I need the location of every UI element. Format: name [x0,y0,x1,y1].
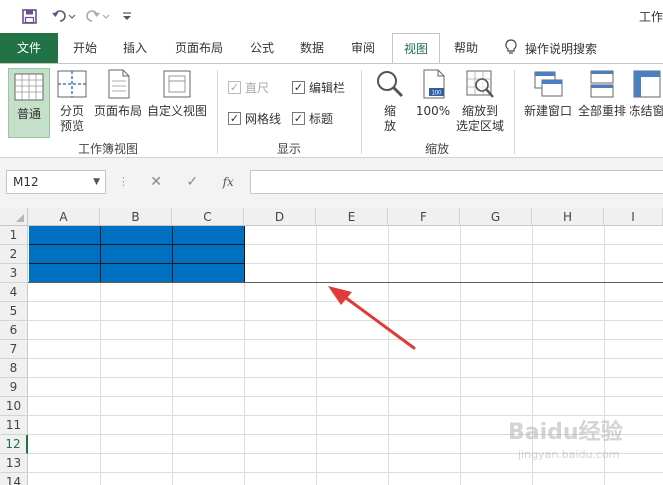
freeze-panes-button[interactable]: 冻结窗 [630,68,663,119]
show-group-label: 显示 [277,142,302,156]
normal-view-icon [14,73,44,101]
tab-home[interactable]: 开始 [62,33,108,63]
freeze-panes-label: 冻结窗 [630,104,663,118]
worksheet-grid[interactable]: ABCDEFGHI 1 2 3 4 5 6 7 8 9 10 11 12 13 14 Baidu经验 ji… [0,208,663,485]
ribbon-tabs: 文件 开始 插入 页面布局 公式 数据 审阅 视图 帮助 操作说明搜索 [0,33,663,64]
tell-me-label: 操作说明搜索 [525,41,598,56]
name-box-value: M12 [13,175,39,189]
page-break-preview-label-2: 预览 [59,119,84,133]
normal-view-label: 普通 [16,107,41,121]
tab-view[interactable]: 视图 [392,33,440,64]
ruler-check: ✓ [228,81,241,94]
insert-function-icon[interactable]: fx [223,175,234,189]
tab-formulas[interactable]: 公式 [240,33,284,63]
arrange-all-button[interactable]: 全部重排 [576,68,628,119]
formula-bar: M12 ▼ ⋮ ✕ ✓ fx [0,158,663,208]
zoom-selection-label-1: 缩放到 [461,104,498,118]
headings-checkbox[interactable]: ✓ 标题 [292,110,333,127]
ribbon-separator [514,70,515,154]
zoom-100-icon: 100 [423,69,445,99]
tab-page-layout[interactable]: 页面布局 [164,33,234,63]
ribbon-separator [217,70,218,154]
arrange-all-label: 全部重排 [577,104,626,118]
formula-actions: ✕ ✓ fx [138,170,246,194]
window-title: 工作 [638,10,663,24]
custom-views-label: 自定义视图 [146,104,207,118]
zoom-to-selection-button[interactable]: 缩放到 选定区域 [454,68,506,134]
magnifier-icon [377,71,404,98]
zoom-100-icon-text: 100 [431,91,442,97]
page-layout-label: 页面布局 [93,104,142,118]
zoom-group-label: 缩放 [425,142,450,156]
formula-bar-label: 编辑栏 [309,81,346,95]
custom-views-icon [163,70,191,98]
ruler-label: 直尺 [245,81,270,95]
page-break-preview-icon [57,70,87,98]
custom-views-button[interactable]: 自定义视图 [146,68,208,119]
watermark-url: jingyan.baidu.com [518,448,620,461]
headings-check: ✓ [292,112,305,125]
zoom-button[interactable]: 缩 放 [372,68,408,134]
gridlines-check: ✓ [228,112,241,125]
workbook-views-group-label: 工作簿视图 [78,142,139,156]
page-break-preview-button[interactable]: 分页 预览 [54,68,90,134]
new-window-button[interactable]: 新建窗口 [522,68,574,119]
formula-bar-check: ✓ [292,81,305,94]
ruler-checkbox[interactable]: ✓ 直尺 [228,79,269,96]
save-icon[interactable] [20,7,38,25]
gridlines-label: 网格线 [245,112,282,126]
gridlines-checkbox[interactable]: ✓ 网格线 [228,110,281,127]
formula-input[interactable] [250,170,663,194]
zoom-selection-label-2: 选定区域 [455,119,504,133]
tab-data[interactable]: 数据 [290,33,334,63]
name-box[interactable]: M12 ▼ [6,170,106,194]
tab-review[interactable]: 审阅 [341,33,385,63]
redo-icon[interactable] [84,7,112,25]
new-window-icon [534,71,563,97]
zoom-100-label: 100% [415,104,451,118]
page-break-preview-label-1: 分页 [59,104,84,118]
chevron-down-icon[interactable]: ▼ [93,171,100,193]
watermark-logo: Baidu经验 [508,420,623,445]
lightbulb-icon [505,38,517,58]
zoom-100-button[interactable]: 100 100% [414,68,452,119]
ribbon-view: 普通 分页 预览 页面布局 自定义视图 工作簿视图 ✓ 直尺 ✓ 编辑栏 ✓ 网… [0,63,663,158]
cancel-icon[interactable]: ✕ [150,174,162,190]
quick-access-toolbar: 工作 [0,0,663,33]
freeze-panes-icon [633,70,660,98]
zoom-label-2: 放 [383,119,396,133]
page-layout-icon [108,69,130,99]
enter-icon[interactable]: ✓ [186,174,198,190]
tell-me-search[interactable]: 操作说明搜索 [505,33,597,63]
zoom-label-1: 缩 [383,104,396,118]
arrange-all-icon [590,70,614,98]
new-window-label: 新建窗口 [523,104,572,118]
undo-icon[interactable] [50,7,78,25]
ribbon-separator [361,70,362,154]
normal-view-button[interactable]: 普通 [8,68,50,138]
tab-insert[interactable]: 插入 [112,33,158,63]
formula-bar-checkbox[interactable]: ✓ 编辑栏 [292,79,345,96]
page-layout-view-button[interactable]: 页面布局 [93,68,143,119]
tab-help[interactable]: 帮助 [444,33,488,63]
zoom-selection-icon [466,70,494,98]
tab-file[interactable]: 文件 [0,33,58,63]
customize-qat-icon[interactable] [118,7,136,25]
headings-label: 标题 [309,112,334,126]
grip-icon[interactable]: ⋮ [118,175,129,188]
